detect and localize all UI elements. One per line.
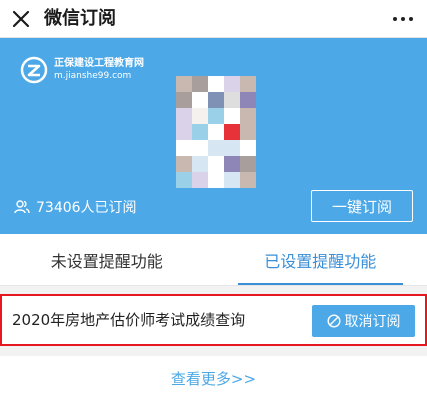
more-button[interactable]: [387, 8, 419, 30]
subscriber-count-text: 73406人已订阅: [36, 200, 137, 216]
page-title: 微信订阅: [44, 8, 116, 29]
close-button[interactable]: [6, 4, 36, 34]
top-navigation-bar: 微信订阅: [0, 0, 427, 38]
logo-url: m.jianshe99.com: [54, 71, 132, 81]
more-dots-icon: [393, 17, 397, 21]
tab-reminder-not-set[interactable]: 未设置提醒功能: [0, 234, 214, 285]
zhengbao-logo-icon: [20, 56, 48, 84]
tab-reminder-set[interactable]: 已设置提醒功能: [214, 234, 427, 285]
account-header: 正保建设工程教育网 m.jianshe99.com 73406人已订阅 一键订阅: [0, 38, 427, 234]
close-icon: [12, 10, 30, 28]
one-click-subscribe-button[interactable]: 一键订阅: [311, 190, 413, 222]
unsubscribe-label: 取消订阅: [344, 314, 401, 330]
subscription-item: 2020年房地产估价师考试成绩查询 取消订阅: [0, 294, 427, 346]
subscription-item-name: 2020年房地产估价师考试成绩查询: [12, 311, 246, 329]
subscriber-count: 73406人已订阅: [14, 196, 137, 218]
qr-code-image: [176, 76, 258, 188]
cancel-circle-icon: [326, 314, 341, 328]
users-icon: [14, 200, 30, 214]
reminder-tabs: 未设置提醒功能 已设置提醒功能: [0, 234, 427, 286]
logo-name: 正保建设工程教育网: [54, 58, 144, 69]
brand-logo: 正保建设工程教育网 m.jianshe99.com: [20, 52, 144, 88]
view-more-row: 查看更多>>: [0, 356, 427, 400]
unsubscribe-button[interactable]: 取消订阅: [312, 305, 415, 337]
view-more-link[interactable]: 查看更多>>: [171, 368, 256, 389]
